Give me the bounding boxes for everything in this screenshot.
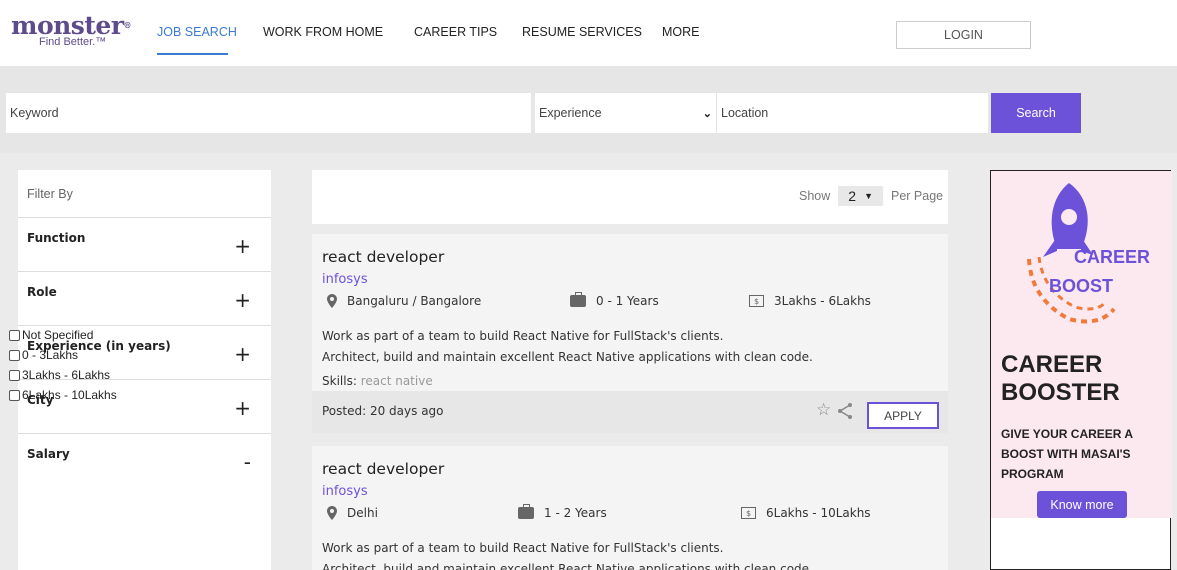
- location-pin-icon: [327, 506, 337, 520]
- salary-option[interactable]: 6Lakhs - 10Lakhs: [9, 385, 117, 405]
- filter-label: Role: [27, 285, 57, 299]
- experience-selected-value: Experience: [539, 106, 602, 120]
- nav-active-underline: [157, 53, 228, 55]
- filter-function[interactable]: Function +: [18, 218, 271, 272]
- checkbox[interactable]: [9, 329, 20, 341]
- skill-tag: react native: [360, 374, 433, 388]
- job-location: Delhi: [327, 506, 378, 520]
- location-input[interactable]: Location: [717, 93, 988, 133]
- star-icon[interactable]: ☆: [816, 400, 831, 420]
- nav-work-from-home[interactable]: WORK FROM HOME: [263, 25, 383, 39]
- job-experience: 0 - 1 Years: [570, 292, 659, 308]
- expand-icon[interactable]: +: [234, 396, 251, 420]
- job-salary: $ 6Lakhs - 10Lakhs: [741, 506, 871, 520]
- salary-option[interactable]: 0 - 3Lakhs: [9, 345, 117, 365]
- nav-more[interactable]: MORE: [662, 25, 700, 39]
- job-location: Bangaluru / Bangalore: [327, 294, 481, 308]
- job-description: Work as part of a team to build React Na…: [322, 541, 813, 570]
- experience-select[interactable]: Experience ⌄: [535, 93, 716, 133]
- ad-subtext: GIVE YOUR CAREER A BOOST WITH MASAI'S PR…: [1001, 427, 1133, 481]
- dropdown-triangle-icon: ▼: [864, 191, 873, 201]
- filter-role[interactable]: Role +: [18, 272, 271, 326]
- job-card[interactable]: react developer infosys Bangaluru / Bang…: [312, 234, 948, 433]
- company-name[interactable]: infosys: [322, 484, 368, 499]
- money-icon: $: [741, 507, 756, 519]
- filter-label: Function: [27, 231, 86, 245]
- keyword-input[interactable]: Keyword: [6, 93, 531, 133]
- login-button[interactable]: LOGIN: [896, 21, 1031, 49]
- job-skills: Skills: react native: [322, 374, 433, 388]
- monster-logo[interactable]: monster® Find Better.™: [11, 13, 141, 48]
- checkbox[interactable]: [9, 389, 20, 401]
- ad-boost-label: BOOST: [1049, 276, 1114, 296]
- per-page-control: Show 2 ▼ Per Page: [799, 186, 943, 206]
- share-icon[interactable]: [836, 402, 854, 420]
- know-more-button[interactable]: Know more: [1037, 491, 1127, 518]
- filter-label: Salary: [27, 447, 70, 461]
- top-header: monster® Find Better.™ JOB SEARCH WORK F…: [0, 0, 1177, 66]
- location-pin-icon: [327, 294, 337, 308]
- checkbox[interactable]: [9, 349, 20, 361]
- location-placeholder: Location: [721, 106, 769, 120]
- expand-icon[interactable]: +: [234, 342, 251, 366]
- nav-job-search[interactable]: JOB SEARCH: [157, 25, 237, 39]
- logo-registered: ®: [123, 20, 132, 30]
- briefcase-icon: [570, 292, 586, 307]
- apply-button[interactable]: APPLY: [867, 402, 939, 429]
- checkbox[interactable]: [9, 369, 20, 381]
- expand-icon[interactable]: +: [234, 288, 251, 312]
- job-experience: 1 - 2 Years: [518, 504, 607, 520]
- chevron-down-icon: ⌄: [702, 107, 712, 120]
- job-card[interactable]: react developer infosys Delhi 1 - 2 Year…: [312, 446, 948, 570]
- money-icon: $: [749, 295, 764, 307]
- job-card-footer: Posted: 20 days ago ☆ APPLY: [312, 391, 948, 433]
- ad-banner: CAREER BOOST CAREER BOOSTER GIVE YOUR CA…: [991, 171, 1172, 518]
- per-page-value: 2: [848, 188, 857, 204]
- show-label: Show: [799, 189, 831, 203]
- per-page-label: Per Page: [891, 189, 944, 203]
- ad-career-label: CAREER: [1074, 247, 1151, 267]
- per-page-select[interactable]: 2 ▼: [838, 186, 883, 206]
- keyword-placeholder: Keyword: [10, 106, 59, 120]
- salary-option[interactable]: Not Specified: [9, 325, 117, 345]
- results-header: Show 2 ▼ Per Page: [312, 170, 948, 224]
- nav-career-tips[interactable]: CAREER TIPS: [414, 25, 497, 39]
- ad-headline: CAREER BOOSTER: [1001, 351, 1120, 406]
- job-description: Work as part of a team to build React Na…: [322, 329, 813, 364]
- posted-date: Posted: 20 days ago: [322, 404, 444, 418]
- expand-icon[interactable]: +: [234, 234, 251, 258]
- filter-title: Filter By: [18, 170, 271, 218]
- salary-option[interactable]: 3Lakhs - 6Lakhs: [9, 365, 117, 385]
- career-booster-ad[interactable]: CAREER BOOST CAREER BOOSTER GIVE YOUR CA…: [990, 170, 1172, 570]
- nav-resume-services[interactable]: RESUME SERVICES: [522, 25, 642, 39]
- salary-options: Not Specified 0 - 3Lakhs 3Lakhs - 6Lakhs…: [9, 325, 117, 405]
- collapse-icon[interactable]: -: [244, 450, 251, 474]
- job-title[interactable]: react developer: [322, 460, 444, 478]
- job-title[interactable]: react developer: [322, 248, 444, 266]
- job-salary: $ 3Lakhs - 6Lakhs: [749, 294, 871, 308]
- search-button[interactable]: Search: [991, 93, 1081, 133]
- briefcase-icon: [518, 504, 534, 519]
- company-name[interactable]: infosys: [322, 272, 368, 287]
